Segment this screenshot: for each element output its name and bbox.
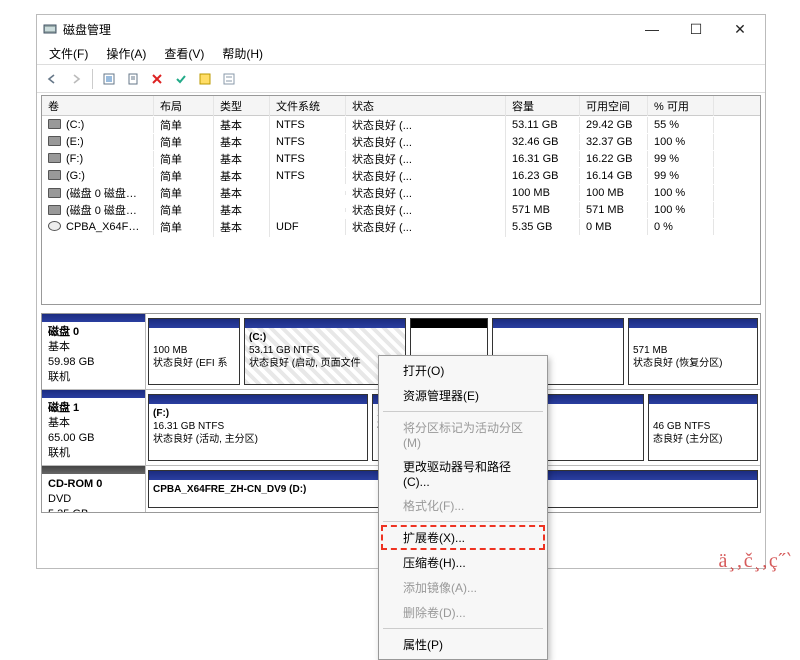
disk0-part-recovery[interactable]: 571 MB 状态良好 (恢复分区): [628, 318, 758, 385]
ctx-shrink-volume[interactable]: 压缩卷(H)...: [381, 550, 545, 575]
drive-icon: [48, 119, 61, 129]
disk-0-type: 基本: [48, 341, 70, 353]
menu-help[interactable]: 帮助(H): [214, 43, 271, 64]
disk1-part-last[interactable]: 46 GB NTFS 态良好 (主分区): [648, 394, 758, 461]
forward-icon[interactable]: [65, 68, 87, 90]
col-layout[interactable]: 布局: [154, 96, 214, 116]
table-row[interactable]: (磁盘 0 磁盘分区 4)简单基本状态良好 (...571 MB571 MB10…: [42, 201, 760, 218]
ctx-properties[interactable]: 属性(P): [381, 632, 545, 657]
drive-icon: [48, 205, 61, 215]
drive-icon: [48, 170, 61, 180]
drive-icon: [48, 221, 61, 231]
table-row[interactable]: (F:)简单基本NTFS状态良好 (...16.31 GB16.22 GB99 …: [42, 150, 760, 167]
col-status[interactable]: 状态: [346, 96, 506, 116]
titlebar: 磁盘管理 — ☐ ✕: [37, 15, 765, 43]
col-volume[interactable]: 卷: [42, 96, 154, 116]
disk-0-header[interactable]: 磁盘 0 基本 59.98 GB 联机: [42, 314, 146, 389]
ctx-change-drive-letter[interactable]: 更改驱动器号和路径(C)...: [381, 454, 545, 493]
refresh-icon[interactable]: [98, 68, 120, 90]
delete-icon[interactable]: [146, 68, 168, 90]
volume-table[interactable]: 卷 布局 类型 文件系统 状态 容量 可用空间 % 可用 (C:)简单基本NTF…: [41, 95, 761, 305]
disk-0-title: 磁盘 0: [48, 326, 79, 338]
disk1-part-f[interactable]: (F:) 16.31 GB NTFS 状态良好 (活动, 主分区): [148, 394, 368, 461]
ctx-sep: [383, 521, 543, 522]
cdrom-size: 5.35 GB: [48, 508, 88, 513]
ctx-mark-active: 将分区标记为活动分区(M): [381, 415, 545, 454]
watermark: ä¸‚č¸‚ç˝‵: [719, 548, 792, 573]
menu-action[interactable]: 操作(A): [98, 43, 154, 64]
table-row[interactable]: CPBA_X64FRE_Z...简单基本UDF状态良好 (...5.35 GB0…: [42, 218, 760, 235]
cdrom-type: DVD: [48, 493, 71, 505]
disk-1-header[interactable]: 磁盘 1 基本 65.00 GB 联机: [42, 390, 146, 465]
disk-1-title: 磁盘 1: [48, 402, 79, 414]
disk-1-state: 联机: [48, 447, 70, 459]
cdrom-header[interactable]: CD-ROM 0 DVD 5.35 GB: [42, 466, 146, 512]
toolbar: [37, 65, 765, 93]
ctx-format: 格式化(F)...: [381, 493, 545, 518]
col-free[interactable]: 可用空间: [580, 96, 648, 116]
minimize-button[interactable]: —: [633, 17, 671, 41]
col-capacity[interactable]: 容量: [506, 96, 580, 116]
disk-0-state: 联机: [48, 371, 70, 383]
menu-bar: 文件(F) 操作(A) 查看(V) 帮助(H): [37, 43, 765, 65]
list-icon[interactable]: [218, 68, 240, 90]
menu-view[interactable]: 查看(V): [156, 43, 212, 64]
app-icon: [43, 22, 57, 36]
col-type[interactable]: 类型: [214, 96, 270, 116]
menu-file[interactable]: 文件(F): [41, 43, 96, 64]
ctx-explorer[interactable]: 资源管理器(E): [381, 383, 545, 408]
disk-0-size: 59.98 GB: [48, 356, 94, 368]
drive-icon: [48, 188, 61, 198]
properties-icon[interactable]: [122, 68, 144, 90]
context-menu: 打开(O) 资源管理器(E) 将分区标记为活动分区(M) 更改驱动器号和路径(C…: [378, 355, 548, 660]
toolbar-divider: [92, 69, 93, 89]
table-row[interactable]: (E:)简单基本NTFS状态良好 (...32.46 GB32.37 GB100…: [42, 133, 760, 150]
disk-1-size: 65.00 GB: [48, 432, 94, 444]
volume-table-header: 卷 布局 类型 文件系统 状态 容量 可用空间 % 可用: [42, 96, 760, 116]
maximize-button[interactable]: ☐: [677, 17, 715, 41]
cdrom-title: CD-ROM 0: [48, 478, 102, 490]
drive-icon: [48, 153, 61, 163]
table-row[interactable]: (G:)简单基本NTFS状态良好 (...16.23 GB16.14 GB99 …: [42, 167, 760, 184]
col-fs[interactable]: 文件系统: [270, 96, 346, 116]
col-pct[interactable]: % 可用: [648, 96, 714, 116]
disk0-part-efi[interactable]: 100 MB 状态良好 (EFI 系: [148, 318, 240, 385]
close-button[interactable]: ✕: [721, 17, 759, 41]
check-icon[interactable]: [170, 68, 192, 90]
disk-1-type: 基本: [48, 417, 70, 429]
table-row[interactable]: (磁盘 0 磁盘分区 1)简单基本状态良好 (...100 MB100 MB10…: [42, 184, 760, 201]
back-icon[interactable]: [41, 68, 63, 90]
window-title: 磁盘管理: [63, 21, 627, 38]
drive-icon: [48, 136, 61, 146]
help-icon[interactable]: [194, 68, 216, 90]
ctx-open[interactable]: 打开(O): [381, 358, 545, 383]
table-row[interactable]: (C:)简单基本NTFS状态良好 (...53.11 GB29.42 GB55 …: [42, 116, 760, 133]
ctx-delete-volume: 删除卷(D)...: [381, 600, 545, 625]
ctx-sep: [383, 628, 543, 629]
ctx-extend-volume[interactable]: 扩展卷(X)...: [381, 525, 545, 550]
ctx-sep: [383, 411, 543, 412]
